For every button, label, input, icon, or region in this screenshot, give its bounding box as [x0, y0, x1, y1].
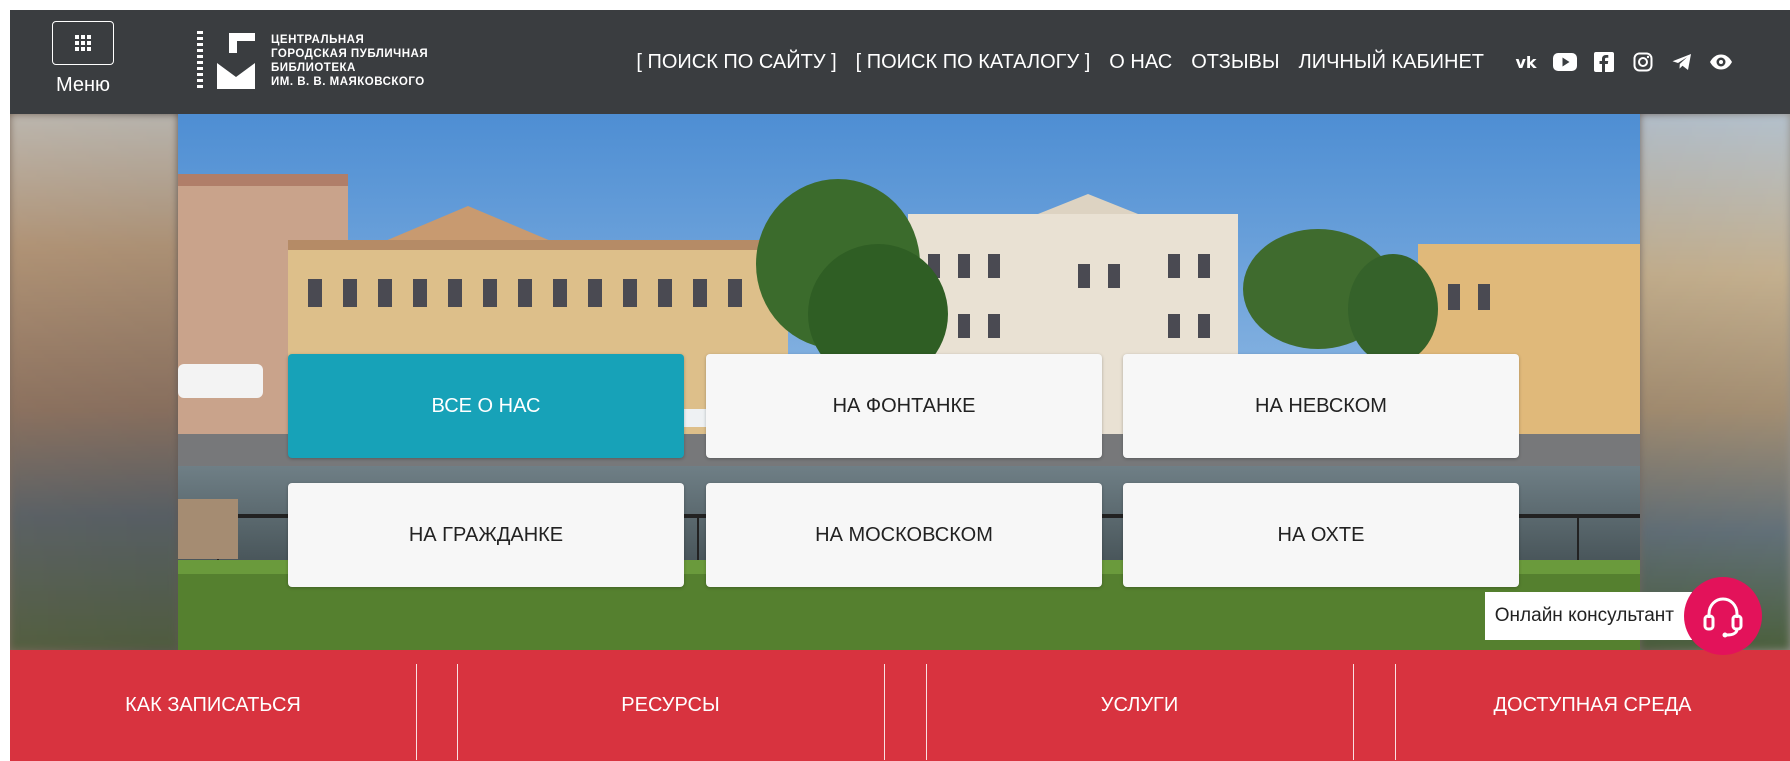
- header: Меню ЦЕНТРАЛЬНАЯ ГОРОДСКАЯ ПУБЛИЧНАЯ БИБ…: [10, 10, 1790, 114]
- nav-reviews[interactable]: ОТЗЫВЫ: [1191, 51, 1279, 74]
- social-links: vk: [1500, 49, 1734, 75]
- online-consultant-widget[interactable]: Онлайн консультант: [1484, 569, 1762, 663]
- nav-account[interactable]: ЛИЧНЫЙ КАБИНЕТ: [1299, 51, 1484, 74]
- telegram-icon[interactable]: [1669, 49, 1695, 75]
- tile-fontanka[interactable]: НА ФОНТАНКЕ: [706, 354, 1102, 458]
- headset-icon[interactable]: [1684, 577, 1762, 655]
- bottom-nav-divider: [416, 664, 417, 760]
- hero-blur-left: [10, 114, 178, 650]
- library-logo[interactable]: ЦЕНТРАЛЬНАЯ ГОРОДСКАЯ ПУБЛИЧНАЯ БИБЛИОТЕ…: [197, 27, 428, 95]
- logo-text: ЦЕНТРАЛЬНАЯ ГОРОДСКАЯ ПУБЛИЧНАЯ БИБЛИОТЕ…: [271, 33, 428, 89]
- page: Меню ЦЕНТРАЛЬНАЯ ГОРОДСКАЯ ПУБЛИЧНАЯ БИБ…: [10, 10, 1790, 761]
- logo-line-3: БИБЛИОТЕКА: [271, 62, 356, 74]
- bottom-nav: КАК ЗАПИСАТЬСЯ РЕСУРСЫ УСЛУГИ ДОСТУПНАЯ …: [10, 650, 1790, 761]
- top-nav: [ ПОИСК ПО САЙТУ ] [ ПОИСК ПО КАТАЛОГУ ]…: [636, 10, 1734, 114]
- eye-icon[interactable]: [1708, 49, 1734, 75]
- logo-bars-graphic: [197, 31, 203, 91]
- bottom-nav-services[interactable]: УСЛУГИ: [926, 650, 1353, 761]
- tile-all-about-us[interactable]: ВСЕ О НАС: [288, 354, 684, 458]
- youtube-icon[interactable]: [1552, 49, 1578, 75]
- bottom-nav-resources[interactable]: РЕСУРСЫ: [457, 650, 884, 761]
- nav-catalog-search[interactable]: [ ПОИСК ПО КАТАЛОГУ ]: [856, 51, 1091, 74]
- online-consultant-label[interactable]: Онлайн консультант: [1484, 592, 1692, 640]
- tile-moskovsky[interactable]: НА МОСКОВСКОМ: [706, 483, 1102, 587]
- bottom-nav-accessible-environment[interactable]: ДОСТУПНАЯ СРЕДА: [1395, 650, 1790, 761]
- menu-button[interactable]: Меню: [52, 21, 114, 101]
- tile-grazhdanka[interactable]: НА ГРАЖДАНКЕ: [288, 483, 684, 587]
- logo-line-2: ГОРОДСКАЯ ПУБЛИЧНАЯ: [271, 48, 429, 60]
- logo-mark-graphic: [215, 31, 257, 91]
- grid-icon: [75, 35, 91, 51]
- bottom-nav-divider: [1353, 664, 1354, 760]
- tile-okhta[interactable]: НА ОХТЕ: [1123, 483, 1519, 587]
- logo-line-1: ЦЕНТРАЛЬНАЯ: [271, 34, 365, 46]
- tile-nevsky[interactable]: НА НЕВСКОМ: [1123, 354, 1519, 458]
- menu-box[interactable]: [52, 21, 114, 65]
- logo-line-4: ИМ. В. В. МАЯКОВСКОГО: [271, 76, 425, 88]
- menu-label: Меню: [55, 74, 111, 96]
- instagram-icon[interactable]: [1630, 49, 1656, 75]
- nav-about[interactable]: О НАС: [1109, 51, 1172, 74]
- nav-site-search[interactable]: [ ПОИСК ПО САЙТУ ]: [636, 51, 836, 74]
- facebook-icon[interactable]: [1591, 49, 1617, 75]
- svg-text:vk: vk: [1515, 54, 1536, 70]
- bottom-nav-how-to-join[interactable]: КАК ЗАПИСАТЬСЯ: [10, 650, 416, 761]
- vk-icon[interactable]: vk: [1513, 49, 1539, 75]
- bottom-nav-divider: [884, 664, 885, 760]
